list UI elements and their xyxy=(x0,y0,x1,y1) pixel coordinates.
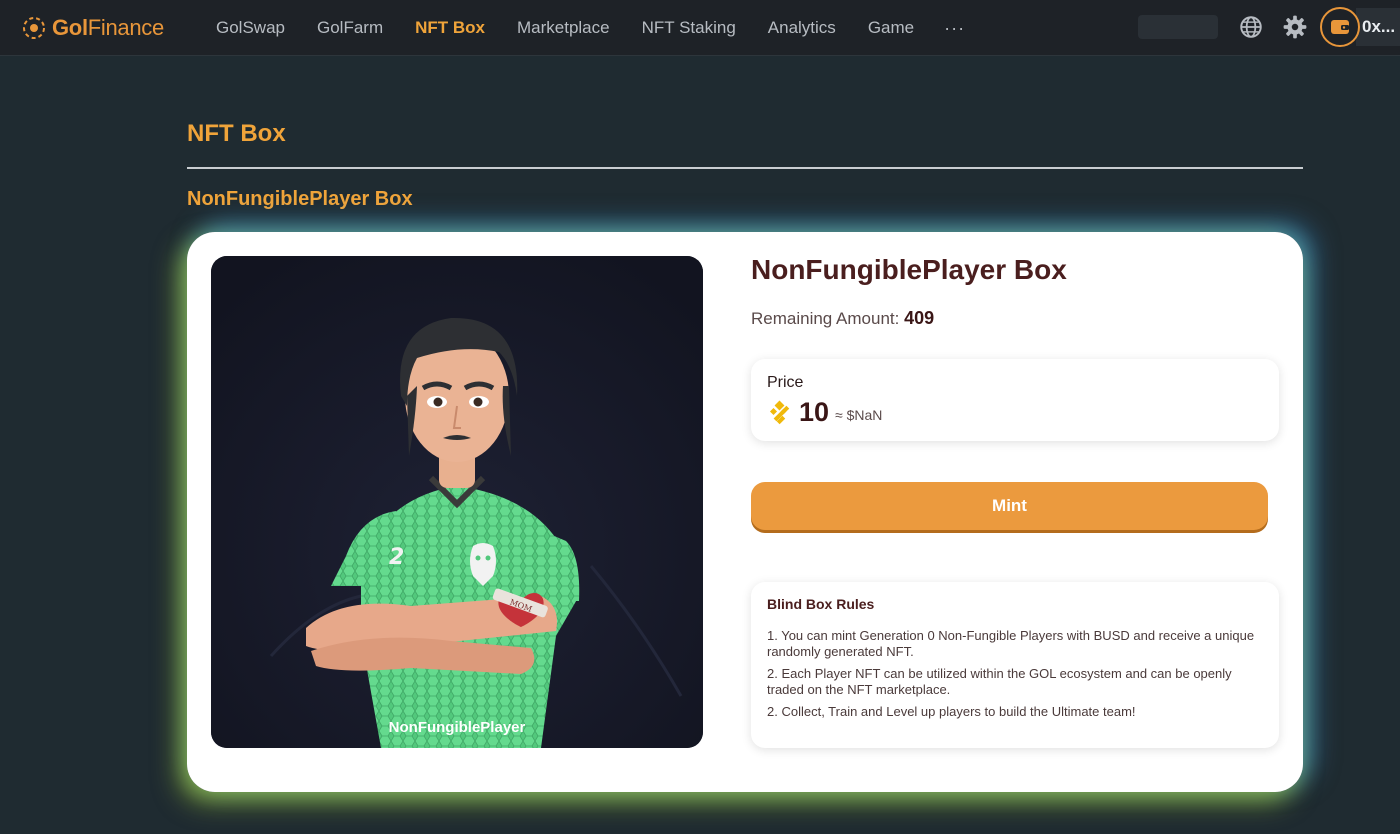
nav-item-golfarm[interactable]: GolFarm xyxy=(301,18,399,38)
box-name: NonFungiblePlayer Box xyxy=(751,254,1067,285)
logo-text: GolFinance xyxy=(52,15,164,40)
title-divider xyxy=(187,167,1303,169)
nav-item-nft-box[interactable]: NFT Box xyxy=(399,18,501,38)
rules-title: Blind Box Rules xyxy=(767,596,875,612)
gear-icon[interactable] xyxy=(1282,14,1308,40)
rule-item: 2. Each Player NFT can be utilized withi… xyxy=(767,666,1232,697)
nav-item-marketplace[interactable]: Marketplace xyxy=(501,18,626,38)
price-usd: ≈ $NaN xyxy=(835,406,883,423)
price-value: 10 xyxy=(799,397,830,427)
remaining-label: Remaining Amount: xyxy=(751,309,900,328)
wallet-button[interactable] xyxy=(1320,7,1360,47)
blind-box-rules: Blind Box Rules 1. You can mint Generati… xyxy=(751,582,1279,748)
image-caption: NonFungiblePlayer xyxy=(388,719,526,736)
logo-ball-icon xyxy=(23,17,45,39)
network-indicator[interactable] xyxy=(1138,15,1218,39)
wallet-address[interactable]: 0x... xyxy=(1356,8,1400,46)
nav-item-game[interactable]: Game xyxy=(852,18,930,38)
remaining-amount: Remaining Amount: 409 xyxy=(751,308,934,329)
nft-box-card: MOM 2 NonFungiblePlayer NonFungiblePlaye… xyxy=(187,232,1303,792)
remaining-value: 409 xyxy=(904,308,935,328)
nav-item-analytics[interactable]: Analytics xyxy=(752,18,852,38)
main-nav: GolSwap GolFarm NFT Box Marketplace NFT … xyxy=(200,0,979,56)
globe-icon[interactable] xyxy=(1238,14,1264,40)
rule-item: 1. You can mint Generation 0 Non-Fungibl… xyxy=(767,628,1255,659)
price-label: Price xyxy=(767,374,804,391)
more-menu-button[interactable]: ··· xyxy=(930,18,979,39)
mint-button[interactable]: Mint xyxy=(751,482,1268,530)
nft-player-image: MOM 2 NonFungiblePlayer xyxy=(211,256,703,748)
busd-icon xyxy=(769,400,790,424)
nav-item-nft-staking[interactable]: NFT Staking xyxy=(626,18,752,38)
wallet-icon xyxy=(1331,20,1349,34)
section-title: NonFungiblePlayer Box xyxy=(187,188,413,210)
page-title: NFT Box xyxy=(187,120,286,147)
jersey-number: 2 xyxy=(389,545,404,570)
golfinance-logo[interactable]: GolFinance xyxy=(22,14,164,42)
rule-item: 2. Collect, Train and Level up players t… xyxy=(767,704,1136,719)
price-row: 10 ≈ $NaN xyxy=(767,397,882,428)
player-illustration: MOM 2 xyxy=(211,256,703,748)
nav-item-golswap[interactable]: GolSwap xyxy=(200,18,301,38)
top-navigation-bar: GolFinance GolSwap GolFarm NFT Box Marke… xyxy=(0,0,1400,56)
price-card: Price 10 ≈ $NaN xyxy=(751,359,1279,441)
box-info-panel: NonFungiblePlayer Box Remaining Amount: … xyxy=(751,232,1279,792)
